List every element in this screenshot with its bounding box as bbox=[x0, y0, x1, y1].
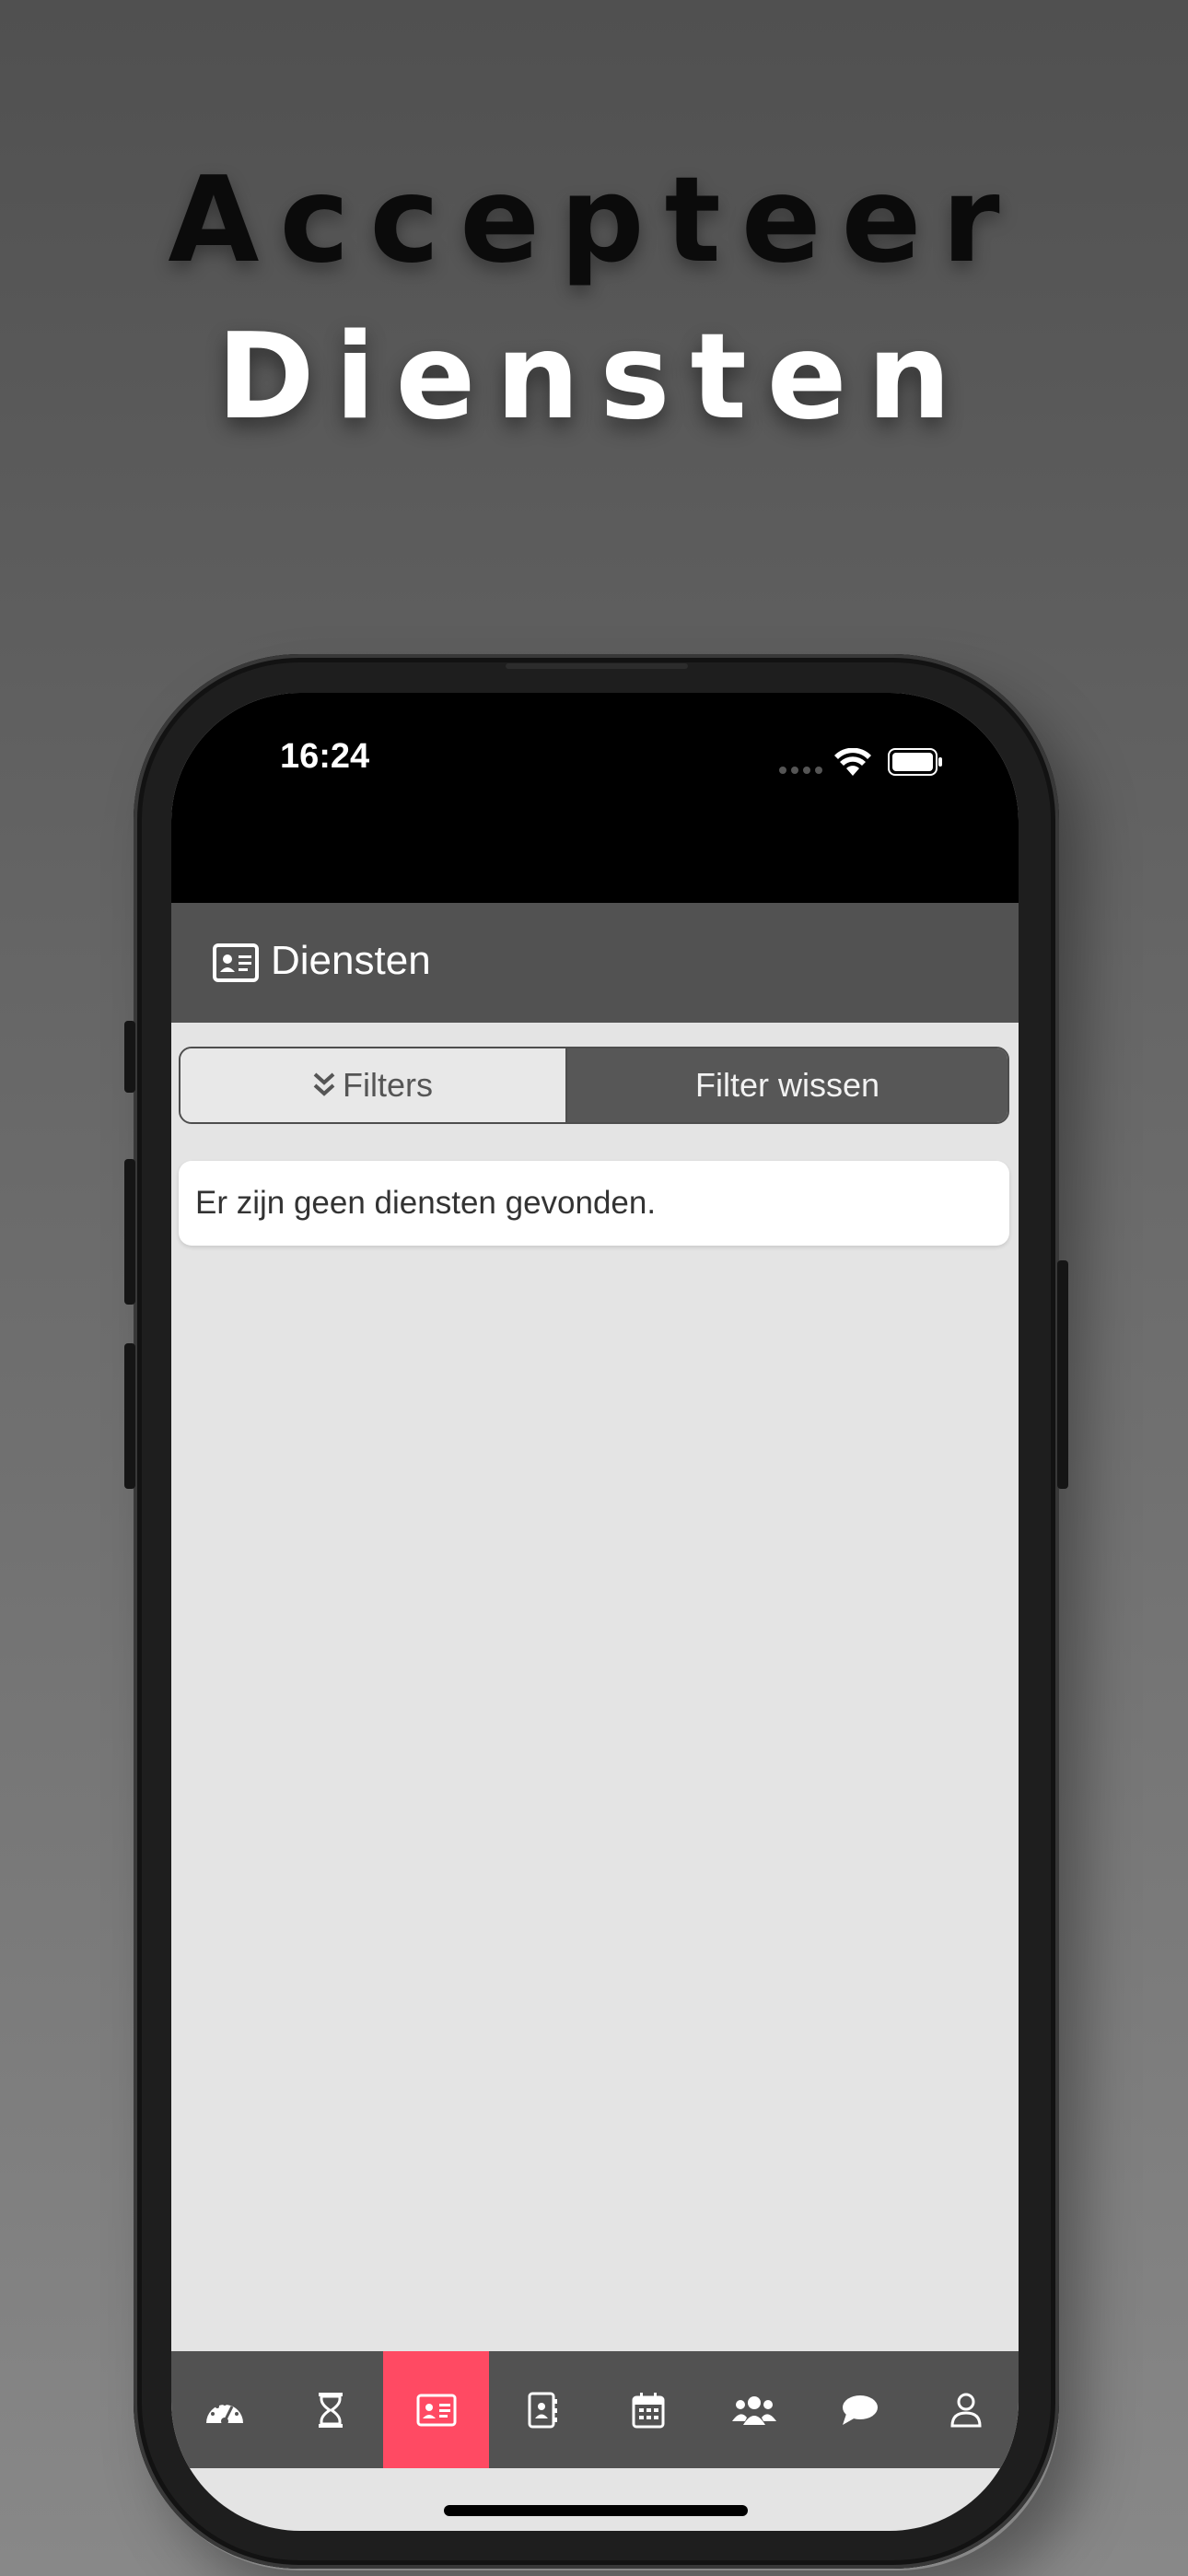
phone-volume-down-button bbox=[124, 1343, 135, 1489]
app-header: Diensten bbox=[171, 903, 1019, 1023]
page-title: Diensten bbox=[271, 938, 431, 983]
tab-profile[interactable] bbox=[913, 2351, 1019, 2468]
filter-bar: Filters Filter wissen bbox=[179, 1047, 1009, 1124]
promo-headline-line-2: Diensten bbox=[216, 309, 972, 446]
cellular-signal-icon bbox=[779, 767, 822, 774]
tab-chat[interactable] bbox=[807, 2351, 913, 2468]
phone-volume-up-button bbox=[124, 1159, 135, 1305]
tab-contacts[interactable] bbox=[489, 2351, 595, 2468]
calendar-icon bbox=[632, 2392, 664, 2428]
empty-state-card: Er zijn geen diensten gevonden. bbox=[179, 1161, 1009, 1246]
wifi-icon bbox=[834, 748, 871, 776]
tab-team[interactable] bbox=[701, 2351, 807, 2468]
tab-diensten[interactable] bbox=[383, 2351, 489, 2468]
hourglass-icon bbox=[318, 2392, 343, 2428]
double-chevron-down-icon bbox=[313, 1072, 335, 1096]
phone-power-button bbox=[1057, 1260, 1068, 1489]
filters-button-label: Filters bbox=[343, 1066, 433, 1104]
status-bar: 16:24 bbox=[171, 693, 1019, 903]
id-card-icon bbox=[416, 2394, 456, 2426]
tab-hourglass[interactable] bbox=[277, 2351, 383, 2468]
user-icon bbox=[949, 2393, 982, 2427]
address-book-icon bbox=[528, 2392, 557, 2428]
clear-filter-button[interactable]: Filter wissen bbox=[567, 1048, 1007, 1122]
tab-dashboard[interactable] bbox=[171, 2351, 277, 2468]
battery-icon bbox=[888, 748, 942, 776]
chat-icon bbox=[842, 2395, 878, 2425]
dashboard-icon bbox=[205, 2401, 243, 2425]
tab-calendar[interactable] bbox=[595, 2351, 701, 2468]
id-card-icon bbox=[213, 943, 259, 982]
empty-state-message: Er zijn geen diensten gevonden. bbox=[195, 1185, 657, 1221]
phone-screen: 16:24 Diensten Filters Filter wissen Er … bbox=[171, 693, 1019, 2531]
phone-speaker bbox=[506, 663, 688, 669]
phone-mute-switch bbox=[124, 1021, 135, 1093]
home-indicator bbox=[444, 2505, 748, 2516]
status-time: 16:24 bbox=[280, 737, 370, 776]
users-icon bbox=[731, 2395, 776, 2425]
filters-button[interactable]: Filters bbox=[181, 1048, 567, 1122]
bottom-tab-bar bbox=[171, 2351, 1019, 2468]
promo-headline-line-1: Accepteer bbox=[168, 152, 1020, 289]
